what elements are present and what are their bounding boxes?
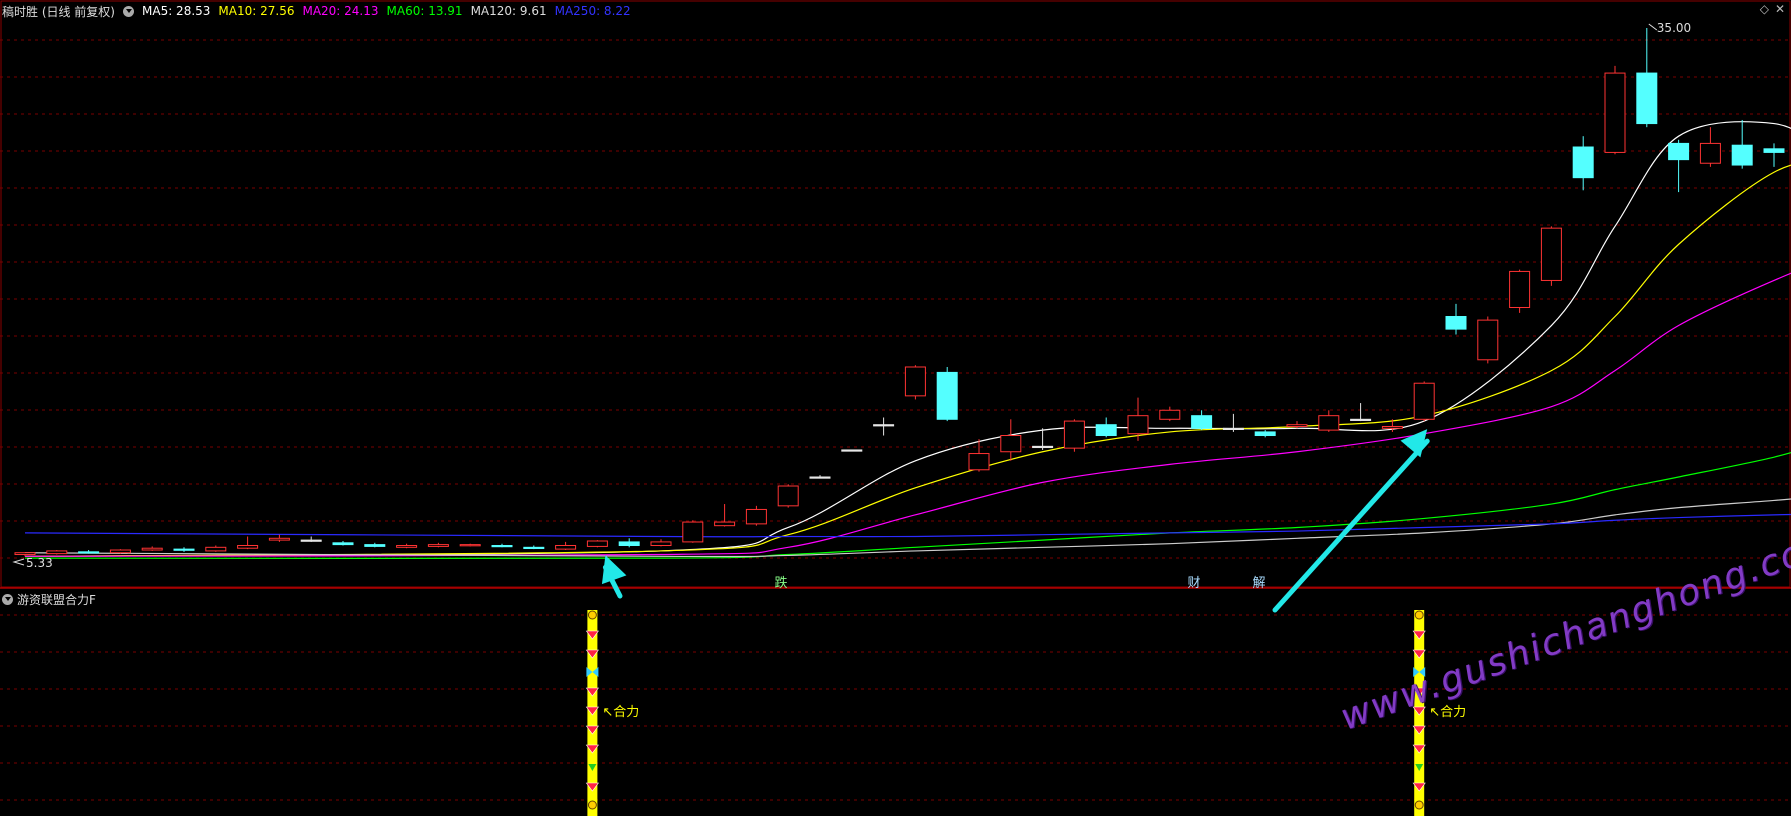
candle-body [873, 424, 895, 427]
candle-body [1159, 409, 1181, 420]
candle[interactable] [1509, 269, 1531, 313]
diamond-icon[interactable]: ◇ [1760, 2, 1769, 16]
candle-body [523, 546, 545, 550]
candle-body [1095, 424, 1117, 437]
close-icon[interactable]: ✕ [1775, 2, 1785, 16]
chart-header: 稿时胜 (日线 前复权) MA5: 28.53 MA10: 27.56 MA20: … [2, 2, 631, 20]
candle-body [1286, 424, 1308, 428]
coin-icon [1414, 800, 1424, 810]
ma-legend-item: MA250: 8.22 [554, 4, 631, 18]
ma-legend-item: MA60: 13.91 [386, 4, 463, 18]
ma-legend-item: MA20: 24.13 [302, 4, 379, 18]
candle-body [936, 371, 958, 420]
signal-label: ↖合力 [602, 705, 639, 720]
candle-body [396, 545, 418, 548]
candle-body [968, 453, 990, 471]
candle-body [777, 485, 799, 507]
candle-body [1254, 431, 1276, 437]
candle[interactable] [1477, 316, 1499, 364]
candle[interactable] [109, 549, 131, 554]
candle-body [1445, 316, 1467, 330]
coin-icon [587, 800, 597, 810]
candle-body [1572, 146, 1594, 179]
candle-body [205, 546, 227, 552]
candle-body [1222, 427, 1244, 431]
candle-body [1032, 445, 1054, 449]
candle-body [586, 540, 608, 547]
indicator-header: 游资联盟合力F [2, 591, 96, 608]
stock-title[interactable]: 稿时胜 (日线 前复权) [2, 3, 115, 20]
candle-body [300, 539, 322, 542]
candle-body [555, 545, 577, 550]
indicator-title[interactable]: 游资联盟合力F [17, 591, 96, 608]
ma-legend: MA5: 28.53 MA10: 27.56 MA20: 24.13 MA60: 13… [142, 4, 631, 18]
corner-controls: ◇ ✕ [1760, 2, 1785, 16]
candle-body [364, 544, 386, 547]
chart-canvas[interactable]: 35.005.33跌财解 ↖合力 ↖合力 [0, 0, 1791, 816]
ma-legend-item: MA120: 9.61 [470, 4, 547, 18]
candle-body [237, 545, 259, 549]
candle-body [1604, 72, 1626, 153]
candle-body [714, 521, 736, 527]
candle-body [650, 541, 672, 547]
candle-body [904, 366, 926, 397]
candle-body [332, 542, 354, 546]
candle-body [1540, 227, 1562, 281]
candle[interactable] [936, 366, 958, 422]
candle[interactable] [1063, 419, 1085, 452]
candle[interactable] [459, 543, 481, 547]
candle-body [1699, 142, 1721, 164]
candle[interactable] [1413, 381, 1435, 422]
coin-icon [587, 610, 597, 620]
candle-body [46, 550, 68, 555]
candle[interactable] [586, 540, 608, 548]
candle-body [618, 541, 640, 547]
candle-body [745, 508, 767, 525]
candle-body [173, 548, 195, 551]
candle-body [1000, 435, 1022, 453]
indicator-dropdown-icon[interactable] [2, 594, 13, 605]
event-marker: 解 [1252, 576, 1265, 591]
candle[interactable] [1604, 65, 1626, 155]
candle[interactable] [777, 484, 799, 508]
background [0, 0, 1791, 816]
candle-body [1381, 426, 1403, 429]
candle[interactable] [1540, 226, 1562, 286]
candle-body [682, 521, 704, 543]
candle-body [1763, 148, 1785, 153]
candle-body [1509, 270, 1531, 308]
candle[interactable] [841, 449, 863, 452]
coin-icon [1414, 610, 1424, 620]
settings-dropdown-icon[interactable] [123, 5, 134, 17]
ma-legend-item: MA5: 28.53 [142, 4, 211, 18]
high-label: 35.00 [1657, 21, 1691, 35]
candle-body [459, 544, 481, 547]
candle-body [14, 552, 36, 556]
event-marker: 财 [1187, 576, 1200, 591]
candle-body [1318, 415, 1340, 431]
candle-body [841, 449, 863, 452]
candle-body [1731, 144, 1753, 166]
candle-body [427, 544, 449, 547]
candle-body [1413, 382, 1435, 420]
candle-body [1063, 420, 1085, 449]
candle[interactable] [46, 550, 68, 555]
candle[interactable] [682, 520, 704, 543]
candle-body [268, 537, 290, 541]
candle-body [109, 549, 131, 554]
candle-body [78, 551, 100, 554]
candle-body [1191, 415, 1213, 429]
low-label: 5.33 [26, 556, 53, 570]
candle[interactable] [904, 365, 926, 400]
candle-body [809, 476, 831, 479]
candle-body [491, 545, 513, 548]
ma-legend-item: MA10: 27.56 [218, 4, 295, 18]
candle-body [1127, 415, 1149, 435]
candle-body [1477, 319, 1499, 361]
candle-body [1350, 418, 1372, 421]
candle-body [1636, 72, 1658, 125]
event-marker: 跌 [774, 575, 787, 591]
candle-body [1668, 142, 1690, 161]
candle-body [141, 547, 163, 551]
